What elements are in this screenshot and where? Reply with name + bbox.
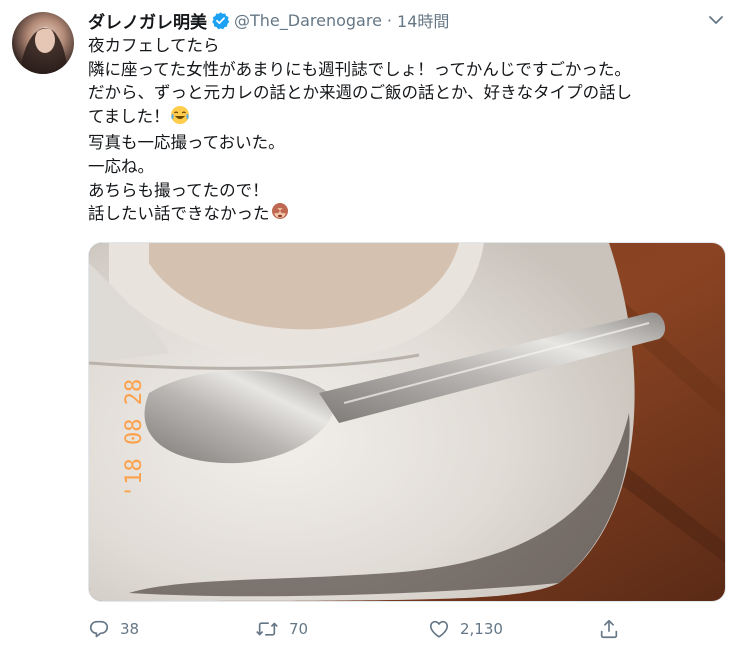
retweet-icon [256,622,278,636]
reply-button[interactable]: 38 [88,618,139,640]
reply-icon [89,620,109,638]
tweet-actions: 38 70 2,130 [88,618,628,642]
tweet-line: 一応ね。 [88,156,154,176]
tweet-header: ダレノガレ明美 @The_Darenogare · 14時間 [88,6,449,34]
tweet-line: あちらも撮ってたので！ [88,180,269,200]
see-no-evil-monkey-emoji-icon [270,202,290,229]
retweet-button[interactable]: 70 [255,618,308,640]
tweet-line-with-emoji: 話したい話できなかった [88,202,728,229]
tears-of-joy-emoji-icon [170,105,190,132]
tweet-time[interactable]: 14時間 [397,8,449,32]
photo-date-stamp: '18 08 28 [122,379,147,498]
retweet-count: 70 [289,620,309,638]
heart-icon [429,620,449,638]
tweet-line: だから、ずっと元カレの話とか来週のご飯の話とか、好きなタイプの話し [88,83,633,103]
tweet-text: 夜カフェしてたら 隣に座ってた女性があまりにも週刊誌でしょ！ってかんじですごかっ… [88,34,728,229]
tweet-line: 夜カフェしてたら [88,36,220,55]
avatar[interactable] [12,12,74,74]
tweet-line: 写真も一応撮っておいた。 [88,133,285,153]
display-name[interactable]: ダレノガレ明美 [88,8,207,33]
share-button[interactable] [598,618,630,640]
tweet-photo[interactable]: '18 08 28 [88,242,726,602]
tweet-line: 隣に座ってた女性があまりにも週刊誌でしょ！ってかんじですごかった。 [88,59,631,79]
share-icon [600,619,618,639]
tweet-line: 話したい話できなかった [88,204,270,224]
tweet-line-with-emoji: てました！ [88,105,728,132]
verified-badge-icon [211,11,230,30]
user-handle[interactable]: @The_Darenogare [234,11,382,30]
like-button[interactable]: 2,130 [428,618,503,640]
reply-count: 38 [120,620,140,638]
like-count: 2,130 [460,620,503,638]
header-separator: · [386,10,393,30]
chevron-down-icon[interactable] [706,12,726,28]
tweet-line: てました！ [88,106,170,126]
photo-date-stamp-text: '18 08 28 [122,379,147,498]
tweet: ダレノガレ明美 @The_Darenogare · 14時間 夜カフェしてたら … [0,0,738,653]
